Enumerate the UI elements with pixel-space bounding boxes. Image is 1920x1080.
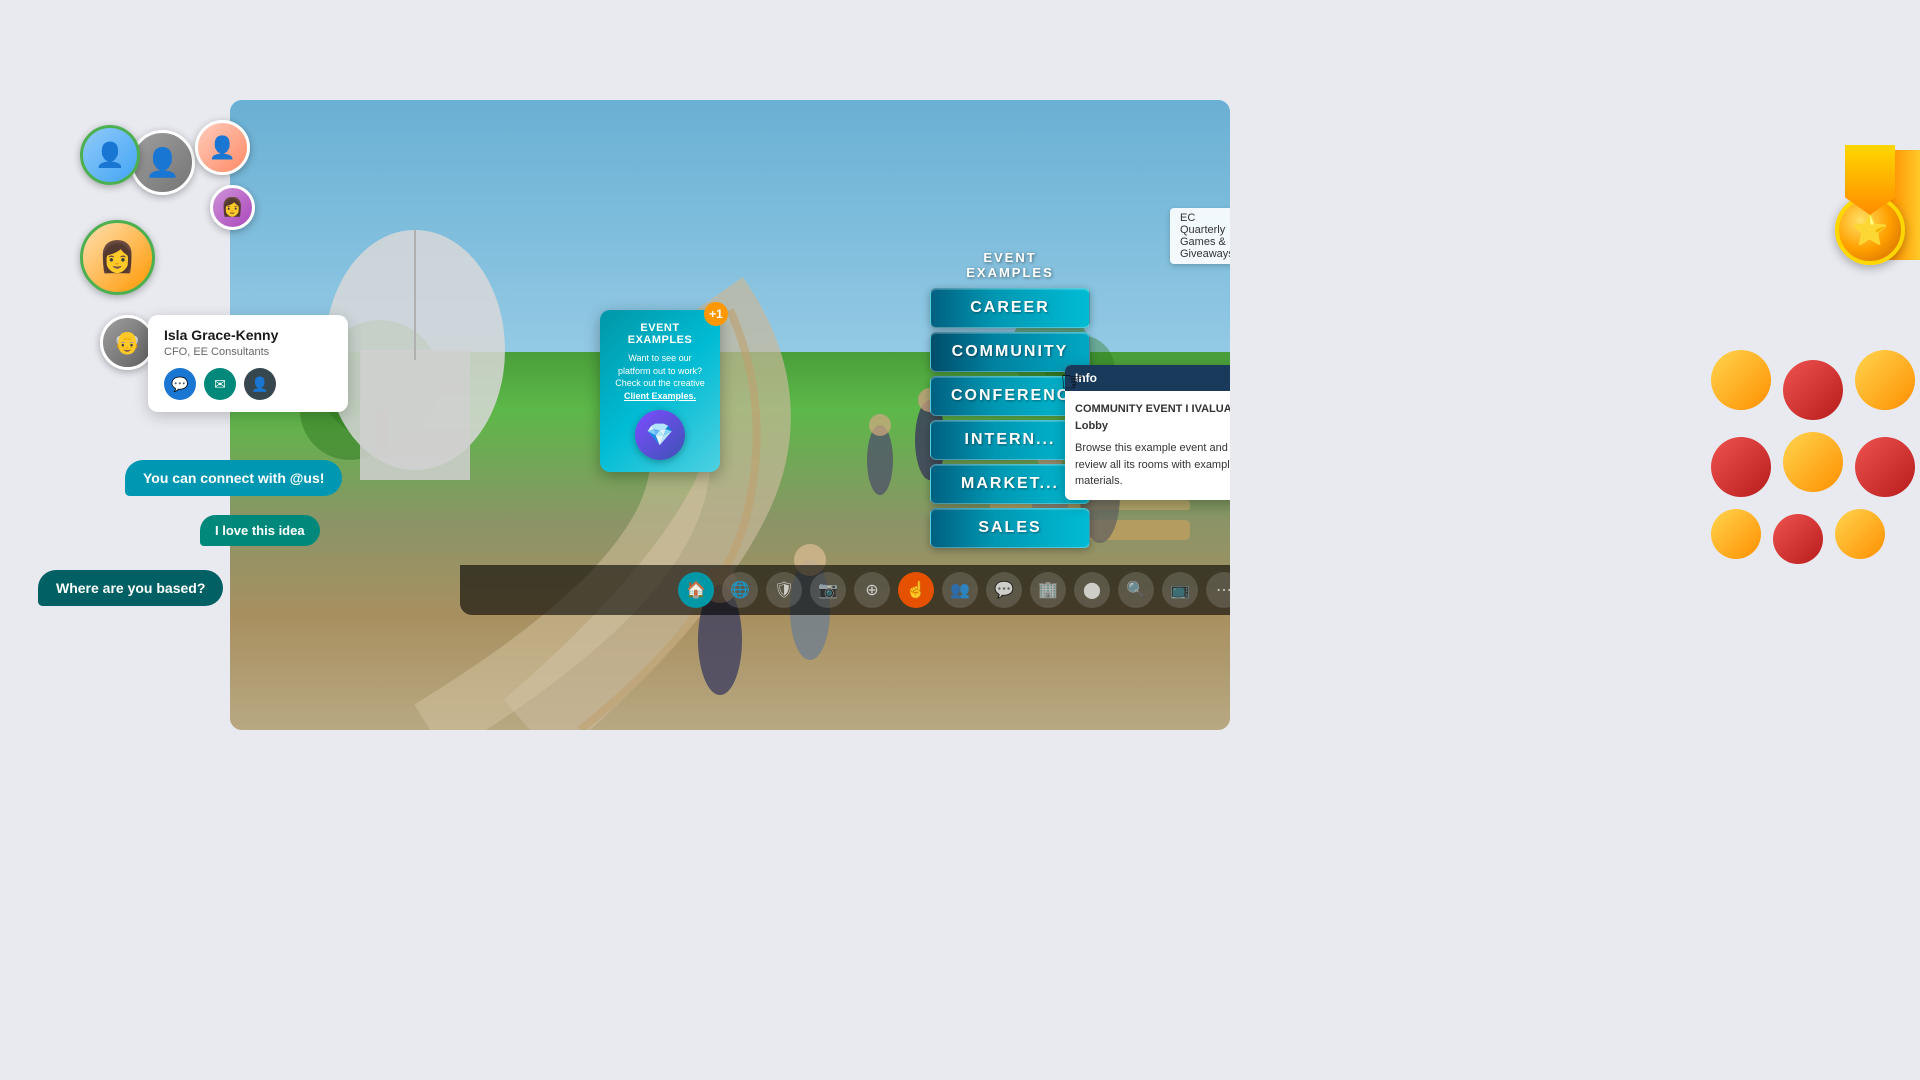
user-name: Isla Grace-Kenny (164, 327, 332, 343)
deco-circle-red-3 (1855, 437, 1915, 497)
gold-ribbon: ⭐ (1835, 145, 1905, 265)
bottom-navigation: 🏠 🌐 🛡 📷 ⊕ ☝ 👥 💬 🏢 ⬤ 🔍 📺 ⋯ (460, 565, 1230, 615)
nav-people[interactable]: 👥 (942, 572, 978, 608)
nav-pointer[interactable]: ☝ (898, 572, 934, 608)
nav-search[interactable]: 🔍 (1118, 572, 1154, 608)
user-profile-card: Isla Grace-Kenny CFO, EE Consultants 💬 ✉… (148, 315, 348, 412)
avatar-4[interactable]: 👩 (80, 220, 155, 295)
nav-plus[interactable]: ⊕ (854, 572, 890, 608)
nav-dot[interactable]: ⬤ (1074, 572, 1110, 608)
event-menu-title: EVENT EXAMPLES (930, 250, 1090, 280)
nav-chat[interactable]: 💬 (986, 572, 1022, 608)
cursor-pointer: ☞ (1060, 365, 1085, 398)
virtual-scene: EC Quarterly Games & Giveaways EVENT EXA… (230, 100, 1230, 730)
avatar-1[interactable]: 👤 (130, 130, 195, 195)
panel-body: Want to see our platform out to work? Ch… (612, 352, 708, 402)
deco-circle-yellow-1 (1711, 350, 1771, 410)
deco-circle-yellow-2 (1855, 350, 1915, 410)
avatar-3[interactable]: 👤 (195, 120, 250, 175)
deco-circle-yellow-5 (1835, 509, 1885, 559)
deco-circle-yellow-3 (1783, 432, 1843, 492)
nav-more[interactable]: ⋯ (1206, 572, 1230, 608)
info-tooltip: Info COMMUNITY EVENT I IVALUA: Lobby Bro… (1065, 365, 1230, 500)
career-button[interactable]: CAREER (930, 288, 1090, 328)
panel-title: EVENT EXAMPLES (612, 322, 708, 346)
message-button[interactable]: 💬 (164, 368, 196, 400)
user-actions: 💬 ✉ 👤 (164, 368, 332, 400)
email-button[interactable]: ✉ (204, 368, 236, 400)
chat-bubble-1: You can connect with @us! (125, 460, 342, 496)
deco-circle-yellow-4 (1711, 509, 1761, 559)
tooltip-description: Browse this example event and review all… (1075, 440, 1230, 490)
tooltip-header: Info (1065, 365, 1230, 391)
deco-circle-red-1 (1783, 360, 1843, 420)
avatar-2[interactable]: 👤 (80, 125, 140, 185)
profile-button[interactable]: 👤 (244, 368, 276, 400)
nav-shield[interactable]: 🛡 (766, 572, 802, 608)
nav-camera[interactable]: 📷 (810, 572, 846, 608)
tooltip-body: COMMUNITY EVENT I IVALUA: Lobby Browse t… (1065, 391, 1230, 500)
deco-circle-red-4 (1773, 514, 1823, 564)
nav-home[interactable]: 🏠 (678, 572, 714, 608)
event-examples-panel[interactable]: EVENT EXAMPLES Want to see our platform … (600, 310, 720, 472)
sales-button[interactable]: SALES (930, 508, 1090, 548)
deco-circle-red-2 (1711, 437, 1771, 497)
chat-bubble-2: I love this idea (200, 515, 320, 546)
user-title: CFO, EE Consultants (164, 346, 332, 358)
decorative-circles (1711, 350, 1915, 576)
ec-quarterly-tag[interactable]: EC Quarterly Games & Giveaways (1170, 208, 1230, 264)
nav-building[interactable]: 🏢 (1030, 572, 1066, 608)
nav-screen[interactable]: 📺 (1162, 572, 1198, 608)
chat-bubble-3: Where are you based? (38, 570, 223, 606)
panel-icon: 💎 +1 (635, 410, 685, 460)
avatar-5[interactable]: 👴 (100, 315, 155, 370)
avatar-7[interactable]: 👩 (210, 185, 255, 230)
tooltip-title: COMMUNITY EVENT I IVALUA: Lobby (1075, 401, 1230, 434)
nav-globe[interactable]: 🌐 (722, 572, 758, 608)
